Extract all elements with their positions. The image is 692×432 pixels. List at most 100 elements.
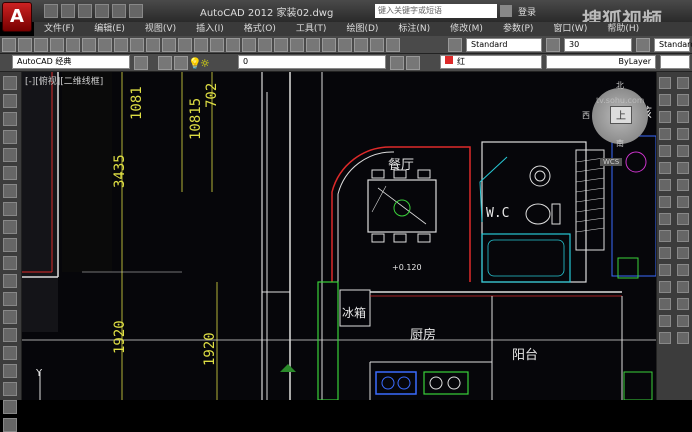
menu-window[interactable]: 窗口(W) (543, 22, 597, 36)
dim-style-icon[interactable] (677, 332, 689, 344)
dim-linear-icon[interactable] (677, 77, 689, 89)
menu-insert[interactable]: 插入(I) (186, 22, 234, 36)
circle-icon[interactable] (3, 184, 17, 198)
layer-previous-icon[interactable] (406, 56, 420, 70)
menu-file[interactable]: 文件(F) (34, 22, 84, 36)
compass-north[interactable]: 北 (616, 80, 624, 91)
workspace-select[interactable]: AutoCAD 经典 (12, 55, 130, 69)
trim-icon[interactable] (659, 230, 671, 242)
hatch-icon[interactable] (3, 328, 17, 342)
array-icon[interactable] (659, 145, 671, 157)
make-block-icon[interactable] (3, 292, 17, 306)
dim-aligned-icon[interactable] (677, 94, 689, 106)
add-selected-icon[interactable] (3, 418, 17, 432)
3d-dwf-icon[interactable] (98, 38, 112, 52)
construction-line-icon[interactable] (3, 94, 17, 108)
menu-modify[interactable]: 修改(M) (440, 22, 493, 36)
sheet-set-icon[interactable] (338, 38, 352, 52)
dim-arc-icon[interactable] (677, 111, 689, 123)
stretch-icon[interactable] (659, 213, 671, 225)
save-as-icon[interactable] (95, 4, 109, 18)
open-file-icon[interactable] (61, 4, 75, 18)
explode-icon[interactable] (659, 332, 671, 344)
offset-icon[interactable] (659, 128, 671, 140)
scale-icon[interactable] (659, 196, 671, 208)
join-icon[interactable] (659, 281, 671, 293)
center-mark-icon[interactable] (677, 281, 689, 293)
menu-parameter[interactable]: 参数(P) (493, 22, 543, 36)
dim-edit-icon[interactable] (677, 298, 689, 310)
ellipse-arc-icon[interactable] (3, 256, 17, 270)
design-center-icon[interactable] (306, 38, 320, 52)
login-link[interactable]: 登录 (518, 5, 536, 18)
help-icon[interactable] (386, 38, 400, 52)
move-icon[interactable] (659, 162, 671, 174)
layer-properties-icon[interactable] (158, 56, 172, 70)
workspace-settings-icon[interactable] (134, 56, 148, 70)
save-icon[interactable] (78, 4, 92, 18)
redo-icon[interactable] (129, 4, 143, 18)
menu-view[interactable]: 视图(V) (135, 22, 186, 36)
new-file-icon[interactable] (44, 4, 58, 18)
quick-dim-icon[interactable] (677, 213, 689, 225)
menu-edit[interactable]: 编辑(E) (84, 22, 135, 36)
dim-angular-icon[interactable] (677, 196, 689, 208)
save-icon[interactable] (34, 38, 48, 52)
viewcube-top-face[interactable]: 上 (610, 106, 632, 124)
tolerance-icon[interactable] (677, 264, 689, 276)
table-icon[interactable] (3, 382, 17, 396)
text-height-select[interactable]: 30 (564, 38, 632, 52)
insert-block-icon[interactable] (3, 274, 17, 288)
block-editor-icon[interactable] (178, 38, 192, 52)
menu-tools[interactable]: 工具(T) (286, 22, 337, 36)
linetype-select[interactable]: ByLayer (546, 55, 656, 69)
binoculars-icon[interactable] (500, 5, 512, 17)
tool-palettes-icon[interactable] (322, 38, 336, 52)
dim-jogged-icon[interactable] (677, 162, 689, 174)
region-icon[interactable] (3, 364, 17, 378)
mtext-icon[interactable] (3, 400, 17, 414)
markup-icon[interactable] (354, 38, 368, 52)
arc-icon[interactable] (3, 166, 17, 180)
dim-ordinate-icon[interactable] (677, 128, 689, 140)
zoom-previous-icon[interactable] (274, 38, 288, 52)
layer-select[interactable]: 0 (238, 55, 386, 69)
dim-baseline-icon[interactable] (677, 230, 689, 242)
compass-south[interactable]: 南 (616, 138, 624, 149)
drawing-canvas[interactable]: [-][俯视][二维线框] 1081 10815 702 3435 1920 1… (22, 72, 656, 400)
revision-cloud-icon[interactable] (3, 202, 17, 216)
text-style-select[interactable]: Standard (466, 38, 542, 52)
ellipse-icon[interactable] (3, 238, 17, 252)
wcs-menu[interactable]: WCS (600, 158, 623, 166)
zoom-window-icon[interactable] (258, 38, 272, 52)
viewport-label[interactable]: [-][俯视][二维线框] (25, 74, 103, 87)
undo-icon[interactable] (194, 38, 208, 52)
polygon-icon[interactable] (3, 130, 17, 144)
lineweight-select[interactable] (660, 55, 690, 69)
zoom-realtime-icon[interactable] (242, 38, 256, 52)
undo-icon[interactable] (112, 4, 126, 18)
app-menu-button[interactable]: A (2, 2, 32, 32)
dim-style-select[interactable]: Standard (654, 38, 692, 52)
copy-icon[interactable] (130, 38, 144, 52)
break-icon[interactable] (659, 264, 671, 276)
rectangle-icon[interactable] (3, 148, 17, 162)
quickcalc-icon[interactable] (370, 38, 384, 52)
dim-radius-icon[interactable] (677, 145, 689, 157)
point-icon[interactable] (3, 310, 17, 324)
dim-continue-icon[interactable] (677, 247, 689, 259)
menu-help[interactable]: 帮助(H) (597, 22, 649, 36)
gradient-icon[interactable] (3, 346, 17, 360)
color-select[interactable]: 红 (440, 55, 542, 69)
chamfer-icon[interactable] (659, 298, 671, 310)
menu-draw[interactable]: 绘图(D) (336, 22, 388, 36)
cut-icon[interactable] (114, 38, 128, 52)
menu-dimension[interactable]: 标注(N) (388, 22, 440, 36)
fillet-icon[interactable] (659, 315, 671, 327)
rotate-icon[interactable] (659, 179, 671, 191)
erase-icon[interactable] (659, 77, 671, 89)
redo-icon[interactable] (210, 38, 224, 52)
layer-state-icon[interactable] (174, 56, 188, 70)
match-properties-icon[interactable] (162, 38, 176, 52)
polyline-icon[interactable] (3, 112, 17, 126)
